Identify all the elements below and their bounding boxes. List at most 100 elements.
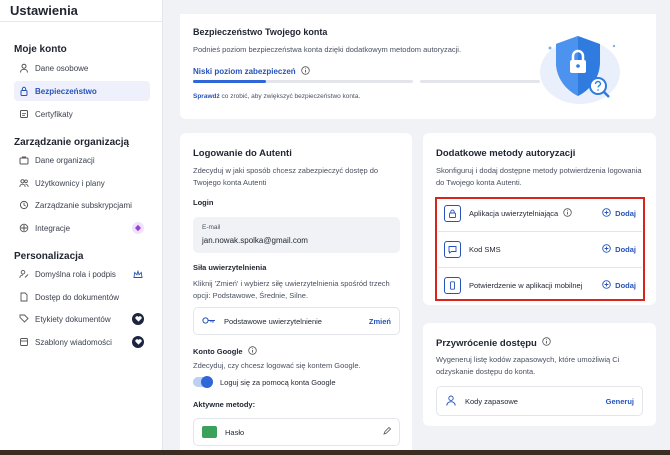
shield-lock-illustration-icon xyxy=(536,28,626,108)
security-level-card: Bezpieczeństwo Twojego konta Podnieś poz… xyxy=(180,14,656,119)
google-toggle-label: Loguj się za pomocą konta Google xyxy=(220,378,336,387)
method-label: Kod SMS xyxy=(469,244,501,254)
security-title: Bezpieczeństwo Twojego konta xyxy=(193,27,328,37)
sms-icon xyxy=(444,240,461,258)
sidebar-item-message-templates[interactable]: Szablony wiadomości xyxy=(14,332,150,352)
sidebar-item-label: Etykiety dokumentów xyxy=(35,314,111,324)
bottom-edge xyxy=(0,450,670,455)
crown-icon xyxy=(132,268,144,280)
add-authenticator-button[interactable]: Dodaj xyxy=(602,207,636,219)
security-hint-text: co zrobić, aby zwiększyć bezpieczeństwo … xyxy=(219,93,361,100)
security-progress-fill xyxy=(193,80,266,83)
login-description: Zdecyduj w jaki sposób chcesz zabezpiecz… xyxy=(193,166,379,187)
tag-icon xyxy=(19,314,29,324)
sidebar-item-label: Szablony wiadomości xyxy=(35,337,112,347)
change-button[interactable]: Zmień xyxy=(369,317,391,326)
sidebar-item-integrations[interactable]: Integracje xyxy=(14,218,150,238)
security-progress-bar-secondary xyxy=(420,80,540,83)
recovery-title-text: Przywrócenie dostępu xyxy=(436,337,537,349)
security-description: Podnieś poziom bezpieczeństwa konta dzię… xyxy=(193,45,462,54)
key-icon xyxy=(202,316,216,327)
plus-circle-icon xyxy=(602,279,611,291)
add-label: Dodaj xyxy=(615,244,636,254)
add-label: Dodaj xyxy=(615,280,636,290)
recovery-title: Przywrócenie dostępu xyxy=(436,337,551,349)
method-row-sms: Kod SMS Dodaj xyxy=(438,233,642,265)
sidebar-item-personal-data[interactable]: Dane osobowe xyxy=(14,58,150,78)
template-icon xyxy=(19,337,29,347)
sidebar-item-organization-data[interactable]: Dane organizacji xyxy=(14,150,150,170)
sidebar-item-document-labels[interactable]: Etykiety dokumentów xyxy=(14,309,150,329)
auth-strength-value: Podstawowe uwierzytelnienie xyxy=(224,316,322,326)
security-level: Niski poziom zabezpieczeń xyxy=(193,66,310,77)
strength-description: Kliknij 'Zmień' i wybierz siłę uwierzyte… xyxy=(193,279,390,300)
extra-methods-description: Skonfiguruj i dodaj dostępne metody potw… xyxy=(436,166,642,187)
email-field[interactable]: E-mail jan.nowak.spolka@gmail.com xyxy=(193,217,400,253)
login-card: Logowanie do Autenti Zdecyduj w jaki spo… xyxy=(180,133,412,455)
info-icon[interactable] xyxy=(247,346,257,357)
lock-icon xyxy=(19,86,29,96)
login-label: Login xyxy=(193,198,214,207)
app-title: Ustawienia xyxy=(10,3,78,18)
sidebar-item-label: Integracje xyxy=(35,223,71,233)
mobile-phone-icon xyxy=(444,276,461,294)
sidebar-item-label: Zarządzanie subskrypcjami xyxy=(35,200,132,210)
security-progress-bar xyxy=(193,80,413,83)
backup-codes-label: Kody zapasowe xyxy=(465,396,518,406)
generate-button[interactable]: Generuj xyxy=(606,397,634,406)
plus-circle-icon xyxy=(602,243,611,255)
sidebar-item-users-plans[interactable]: Użytkownicy i plany xyxy=(14,173,150,193)
document-icon xyxy=(19,292,29,302)
google-description: Zdecyduj, czy chcesz logować się kontem … xyxy=(193,361,361,370)
add-mobile-button[interactable]: Dodaj xyxy=(602,279,636,291)
login-title: Logowanie do Autenti xyxy=(193,148,292,159)
google-login-toggle[interactable] xyxy=(193,376,213,388)
active-methods-title: Aktywne metody: xyxy=(193,400,256,409)
info-icon[interactable] xyxy=(301,66,310,77)
sidebar-item-label: Dane organizacji xyxy=(35,155,95,165)
backup-codes-row: Kody zapasowe Generuj xyxy=(436,386,643,416)
user-icon xyxy=(19,63,29,73)
sidebar-item-document-access[interactable]: Dostęp do dokumentów xyxy=(14,287,150,307)
check-link[interactable]: Sprawdź xyxy=(193,93,220,100)
info-icon[interactable] xyxy=(542,337,551,349)
sidebar-item-label: Dane osobowe xyxy=(35,63,89,73)
recovery-card: Przywrócenie dostępu Wygeneruj listę kod… xyxy=(423,323,656,426)
strength-title: Siła uwierzytelnienia xyxy=(193,263,267,272)
email-caption: E-mail xyxy=(202,224,221,231)
integration-icon xyxy=(19,223,29,233)
briefcase-icon xyxy=(19,155,29,165)
sidebar-item-certificates[interactable]: Certyfikaty xyxy=(14,104,150,124)
certificate-icon xyxy=(19,109,29,119)
security-hint: Sprawdź co zrobić, aby zwiększyć bezpiec… xyxy=(193,93,360,100)
divider xyxy=(438,267,642,268)
role-icon xyxy=(19,269,29,279)
authenticator-app-icon xyxy=(444,204,461,222)
edit-pencil-icon[interactable] xyxy=(383,426,392,437)
password-label: Hasło xyxy=(225,427,245,437)
method-row-authenticator: Aplikacja uwierzytelniająca Dodaj xyxy=(438,197,642,229)
auth-strength-row: Podstawowe uwierzytelnienie Zmień xyxy=(193,307,400,335)
sidebar-item-label: Certyfikaty xyxy=(35,109,73,119)
sidebar-item-default-role[interactable]: Domyślna rola i podpis xyxy=(14,264,150,284)
info-icon[interactable] xyxy=(563,207,572,219)
sidebar-item-label: Użytkownicy i plany xyxy=(35,178,105,188)
sidebar-item-security[interactable]: Bezpieczeństwo xyxy=(14,81,150,101)
google-title-text: Konto Google xyxy=(193,347,243,356)
heart-badge-icon xyxy=(132,313,144,325)
plus-circle-icon xyxy=(602,207,611,219)
method-label: Aplikacja uwierzytelniająca xyxy=(469,208,559,218)
heart-badge-icon xyxy=(132,336,144,348)
section-title-personalization: Personalizacja xyxy=(14,251,84,262)
method-label: Potwierdzenie w aplikacji mobilnej xyxy=(469,280,583,290)
sidebar-item-label: Dostęp do dokumentów xyxy=(35,292,120,302)
toggle-knob xyxy=(201,376,213,388)
title-divider xyxy=(0,21,163,22)
add-label: Dodaj xyxy=(615,208,636,218)
password-method-row: Hasło xyxy=(193,418,400,446)
sidebar-item-label: Bezpieczeństwo xyxy=(35,86,97,96)
security-level-label: Niski poziom zabezpieczeń xyxy=(193,67,296,76)
add-sms-button[interactable]: Dodaj xyxy=(602,243,636,255)
sidebar-item-subscriptions[interactable]: Zarządzanie subskrypcjami xyxy=(14,195,150,215)
users-icon xyxy=(19,178,29,188)
